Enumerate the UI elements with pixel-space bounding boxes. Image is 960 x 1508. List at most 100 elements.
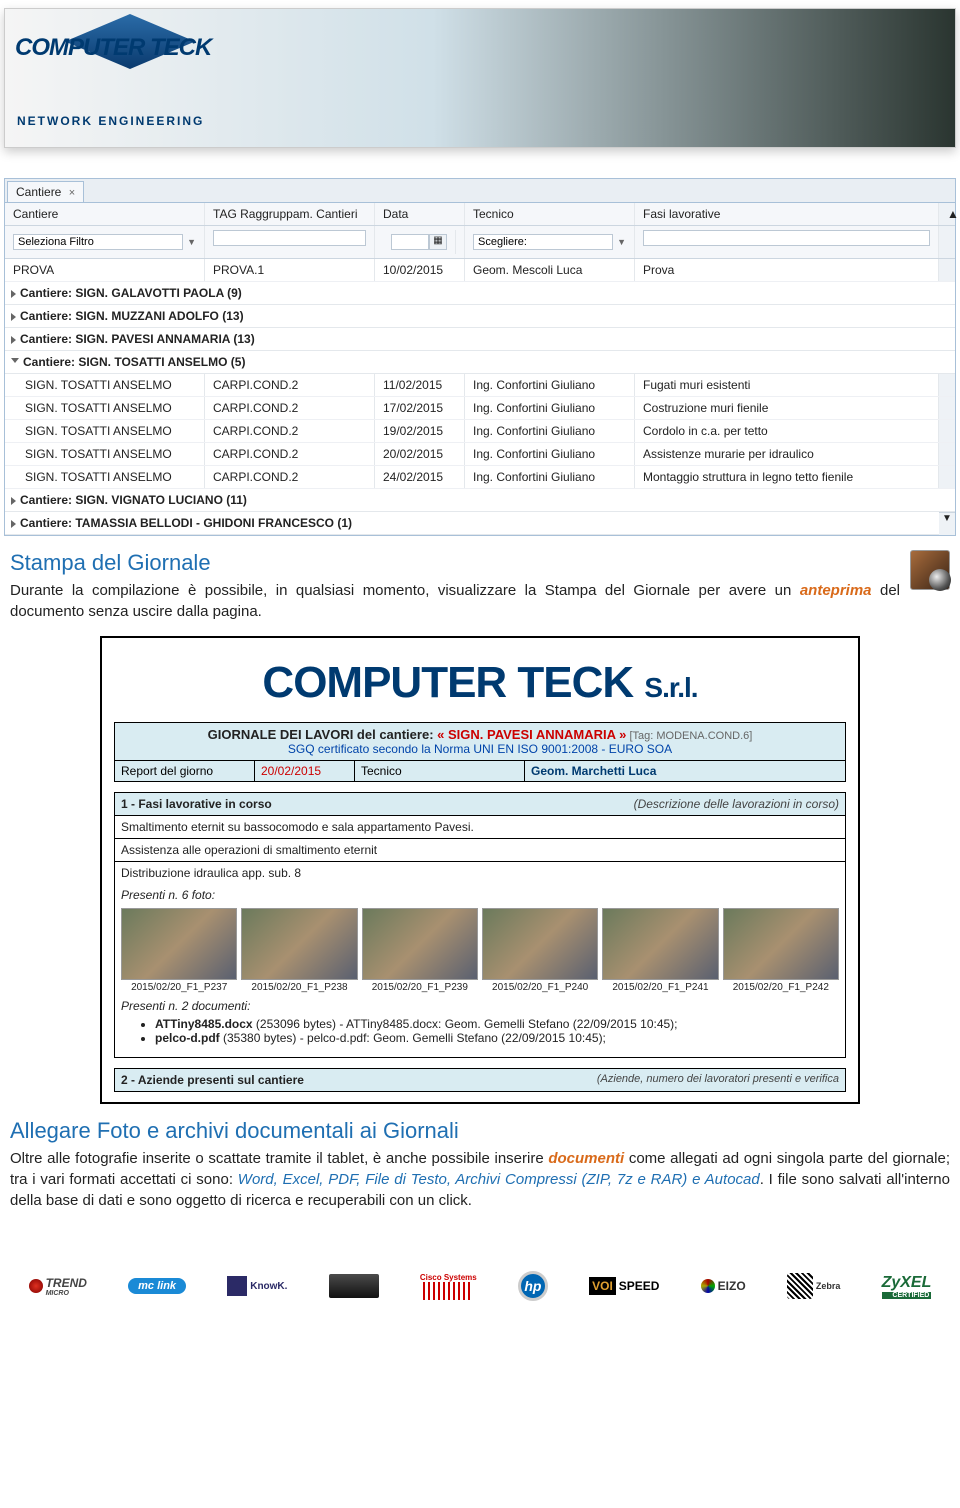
logo-zebra: Zebra xyxy=(787,1273,841,1299)
cell-tag: CARPI.COND.2 xyxy=(205,466,375,488)
filter-tag-input[interactable] xyxy=(213,230,366,246)
photo-caption: 2015/02/20_F1_P238 xyxy=(241,982,357,993)
cell-cantiere: SIGN. TOSATTI ANSELMO xyxy=(5,420,205,442)
group-row[interactable]: Cantiere: SIGN. MUZZANI ADOLFO (13) xyxy=(5,305,955,328)
logo-zyxel: ZyXELCERTIFIED xyxy=(882,1274,932,1299)
report-body-line: Assistenza alle operazioni di smaltiment… xyxy=(115,839,845,862)
photo-thumbnail[interactable]: 2015/02/20_F1_P241 xyxy=(602,908,718,993)
col-header-data[interactable]: Data xyxy=(375,203,465,225)
cell-cantiere: SIGN. TOSATTI ANSELMO xyxy=(5,466,205,488)
filter-date-input[interactable] xyxy=(391,234,429,250)
filter-cantiere-select[interactable] xyxy=(13,234,183,250)
group-label: Cantiere: TAMASSIA BELLODI - GHIDONI FRA… xyxy=(20,516,352,530)
table-row[interactable]: SIGN. TOSATTI ANSELMOCARPI.COND.211/02/2… xyxy=(5,374,955,397)
report-header-box: GIORNALE DEI LAVORI del cantiere: « SIGN… xyxy=(114,722,846,761)
photo-caption: 2015/02/20_F1_P242 xyxy=(723,982,839,993)
report-body: Smaltimento eternit su bassocomodo e sal… xyxy=(114,816,846,1058)
cell-data: 20/02/2015 xyxy=(375,443,465,465)
photo-image xyxy=(602,908,718,980)
col-header-cantiere[interactable]: Cantiere xyxy=(5,203,205,225)
photo-caption: 2015/02/20_F1_P240 xyxy=(482,982,598,993)
col-header-tag[interactable]: TAG Raggruppam. Cantieri xyxy=(205,203,375,225)
chevron-right-icon xyxy=(11,290,16,298)
cell-tecnico: Ing. Confortini Giuliano xyxy=(465,443,635,465)
cell-tecnico: Ing. Confortini Giuliano xyxy=(465,397,635,419)
group-row[interactable]: Cantiere: SIGN. GALAVOTTI PAOLA (9) xyxy=(5,282,955,305)
table-row[interactable]: SIGN. TOSATTI ANSELMOCARPI.COND.217/02/2… xyxy=(5,397,955,420)
cell-data: 10/02/2015 xyxy=(375,259,465,281)
logo-subtitle: NETWORK ENGINEERING xyxy=(17,114,204,128)
tab-cantiere[interactable]: Cantiere × xyxy=(7,181,84,202)
cell-data: 24/02/2015 xyxy=(375,466,465,488)
photo-thumbnail[interactable]: 2015/02/20_F1_P237 xyxy=(121,908,237,993)
cell-tag: CARPI.COND.2 xyxy=(205,443,375,465)
cell-tag: CARPI.COND.2 xyxy=(205,420,375,442)
grid-header-row: Cantiere TAG Raggruppam. Cantieri Data T… xyxy=(5,203,955,226)
scroll-up-icon[interactable]: ▲ xyxy=(939,203,955,225)
photo-thumbnail[interactable]: 2015/02/20_F1_P238 xyxy=(241,908,357,993)
col-header-tecnico[interactable]: Tecnico xyxy=(465,203,635,225)
logo-linksys xyxy=(329,1274,379,1298)
emphasis-formats: Word, Excel, PDF, File di Testo, Archivi… xyxy=(238,1171,760,1188)
report-body-line: Smaltimento eternit su bassocomodo e sal… xyxy=(115,816,845,839)
photo-thumbnail[interactable]: 2015/02/20_F1_P239 xyxy=(362,908,478,993)
table-row[interactable]: SIGN. TOSATTI ANSELMOCARPI.COND.224/02/2… xyxy=(5,466,955,489)
section-title: Stampa del Giornale xyxy=(10,550,950,576)
close-icon[interactable]: × xyxy=(69,187,75,199)
footer-logos: TRENDMICRO mc link KnowK. Cisco Systems … xyxy=(8,1271,952,1301)
group-row[interactable]: Cantiere: SIGN. VIGNATO LUCIANO (11) xyxy=(5,489,955,512)
group-row[interactable]: Cantiere: SIGN. PAVESI ANNAMARIA (13) xyxy=(5,328,955,351)
grid-filter-row: ▼ ▦ ▼ xyxy=(5,226,955,259)
report-subtitle: SGQ certificato secondo la Norma UNI EN … xyxy=(119,742,841,756)
logo-trend-micro: TRENDMICRO xyxy=(29,1276,87,1297)
group-label: Cantiere: SIGN. GALAVOTTI PAOLA (9) xyxy=(20,286,242,300)
logo-eizo: EIZO xyxy=(701,1279,746,1293)
cell-cantiere: SIGN. TOSATTI ANSELMO xyxy=(5,443,205,465)
cell-data: 11/02/2015 xyxy=(375,374,465,396)
photo-thumbnail[interactable]: 2015/02/20_F1_P240 xyxy=(482,908,598,993)
emphasis-documenti: documenti xyxy=(548,1150,624,1167)
tab-strip: Cantiere × xyxy=(5,179,955,203)
chevron-down-icon xyxy=(11,358,19,367)
section-allegare: Allegare Foto e archivi documentali ai G… xyxy=(10,1118,950,1211)
col-header-fasi[interactable]: Fasi lavorative xyxy=(635,203,939,225)
cell-tag: PROVA.1 xyxy=(205,259,375,281)
group-row[interactable]: Cantiere: TAMASSIA BELLODI - GHIDONI FRA… xyxy=(5,512,939,535)
chevron-right-icon xyxy=(11,520,16,528)
cell-cantiere: SIGN. TOSATTI ANSELMO xyxy=(5,397,205,419)
report-info-row: Report del giorno 20/02/2015 Tecnico Geo… xyxy=(114,761,846,782)
photo-caption: 2015/02/20_F1_P241 xyxy=(602,982,718,993)
group-row-open[interactable]: Cantiere: SIGN. TOSATTI ANSELMO (5) xyxy=(5,351,955,374)
header-banner: COMPUTER TECK NETWORK ENGINEERING xyxy=(4,8,956,148)
preview-icon[interactable] xyxy=(910,550,950,590)
filter-fasi-input[interactable] xyxy=(643,230,930,246)
section-paragraph-2: Oltre alle fotografie inserite o scattat… xyxy=(10,1148,950,1211)
scroll-down-icon[interactable]: ▼ xyxy=(939,512,955,535)
grid-panel: Cantiere × Cantiere TAG Raggruppam. Cant… xyxy=(4,178,956,536)
chevron-right-icon xyxy=(11,336,16,344)
report-preview: COMPUTER TECK S.r.l. GIORNALE DEI LAVORI… xyxy=(100,636,860,1104)
logo-hp: hp xyxy=(518,1271,548,1301)
chevron-right-icon xyxy=(11,497,16,505)
table-row[interactable]: SIGN. TOSATTI ANSELMOCARPI.COND.220/02/2… xyxy=(5,443,955,466)
cell-tag: CARPI.COND.2 xyxy=(205,374,375,396)
report-tecnico: Geom. Marchetti Luca xyxy=(525,761,845,781)
section-paragraph: Durante la compilazione è possibile, in … xyxy=(10,580,950,622)
cell-tecnico: Ing. Confortini Giuliano xyxy=(465,420,635,442)
report-date: 20/02/2015 xyxy=(255,761,355,781)
filter-tecnico-select[interactable] xyxy=(473,234,613,250)
calendar-icon[interactable]: ▦ xyxy=(429,234,447,250)
document-item: pelco-d.pdf (35380 bytes) - pelco-d.pdf:… xyxy=(155,1031,833,1045)
cell-tecnico: Ing. Confortini Giuliano xyxy=(465,466,635,488)
section-stampa-giornale: Stampa del Giornale Durante la compilazi… xyxy=(10,550,950,622)
cell-cantiere: PROVA xyxy=(5,259,205,281)
photo-image xyxy=(723,908,839,980)
photo-image xyxy=(241,908,357,980)
cell-tecnico: Ing. Confortini Giuliano xyxy=(465,374,635,396)
emphasis-anteprima: anteprima xyxy=(800,582,872,599)
cell-fasi: Montaggio struttura in legno tetto fieni… xyxy=(635,466,939,488)
table-row[interactable]: PROVA PROVA.1 10/02/2015 Geom. Mescoli L… xyxy=(5,259,955,282)
cell-data: 19/02/2015 xyxy=(375,420,465,442)
photo-thumbnail[interactable]: 2015/02/20_F1_P242 xyxy=(723,908,839,993)
table-row[interactable]: SIGN. TOSATTI ANSELMOCARPI.COND.219/02/2… xyxy=(5,420,955,443)
